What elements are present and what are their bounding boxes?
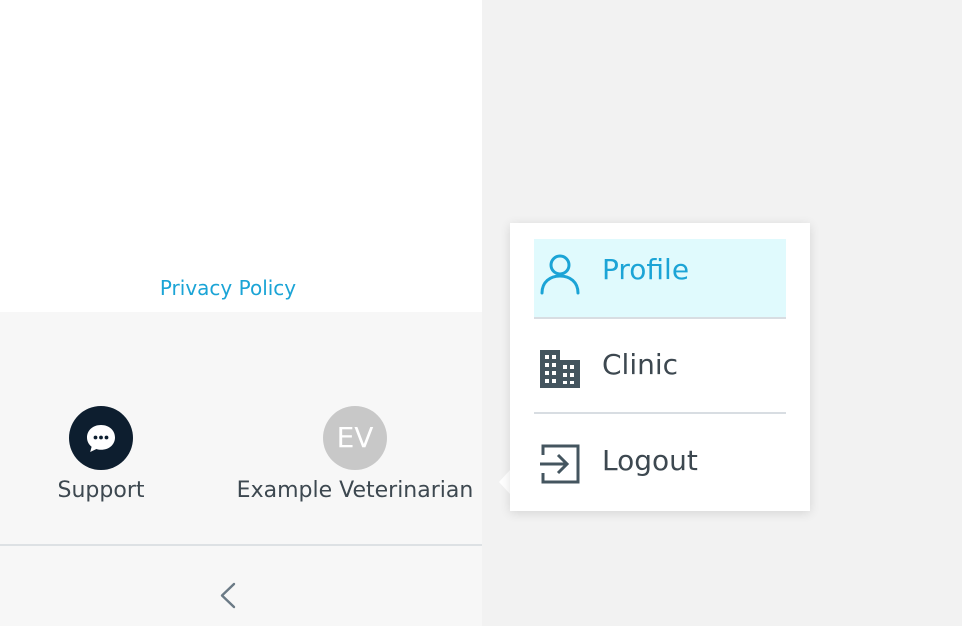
user-name[interactable]: Example Veterinarian bbox=[224, 478, 486, 503]
menu-item-label: Clinic bbox=[602, 348, 679, 381]
sidebar-divider bbox=[0, 544, 482, 546]
menu-item-label: Profile bbox=[602, 253, 690, 286]
collapse-sidebar-button[interactable] bbox=[208, 578, 248, 614]
chat-bubble-icon bbox=[87, 425, 115, 452]
support-button[interactable] bbox=[69, 406, 133, 470]
privacy-policy-link[interactable]: Privacy Policy bbox=[0, 276, 456, 300]
sidebar: Privacy Policy Support EV Example Veteri… bbox=[0, 0, 482, 626]
menu-divider bbox=[534, 317, 786, 319]
menu-item-logout[interactable]: Logout bbox=[534, 430, 786, 508]
building-icon bbox=[540, 350, 580, 388]
menu-item-label: Logout bbox=[602, 444, 698, 477]
user-menu: Profile Clinic Logout bbox=[510, 223, 810, 511]
avatar[interactable]: EV bbox=[323, 406, 387, 470]
user-icon bbox=[540, 254, 580, 295]
chevron-left-icon bbox=[220, 582, 236, 609]
logout-icon bbox=[540, 444, 580, 484]
menu-divider bbox=[534, 412, 786, 414]
menu-item-clinic[interactable]: Clinic bbox=[534, 334, 786, 412]
menu-item-profile[interactable]: Profile bbox=[534, 239, 786, 317]
support-label: Support bbox=[57, 478, 145, 503]
sidebar-content-area bbox=[0, 0, 482, 312]
